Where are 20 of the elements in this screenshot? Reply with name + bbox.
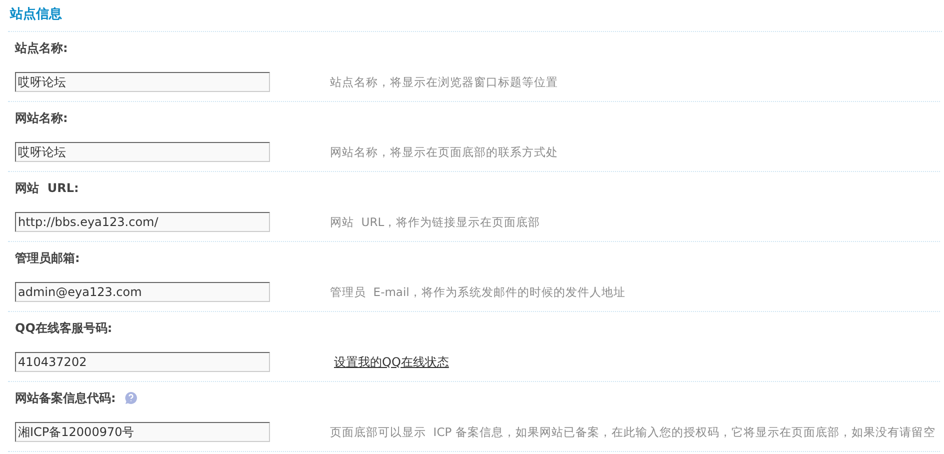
field-label: 网站备案信息代码: [15,390,116,406]
section-title: 站点信息 [8,0,942,32]
text-field[interactable]: 410437202 [15,352,270,372]
field-label: 站点名称: [15,40,68,56]
text-field[interactable]: 哎呀论坛 [15,72,270,92]
field-label: 网站 URL: [15,180,79,196]
qq-status-link[interactable]: 设置我的QQ在线状态 [334,354,449,370]
text-field[interactable]: http://bbs.eya123.com/ [15,212,270,232]
field-hint: 站点名称，将显示在浏览器窗口标题等位置 [330,74,558,90]
field-label: 网站名称: [15,110,68,126]
text-field[interactable]: 湘ICP备12000970号 [15,422,270,442]
field-hint: 管理员 E-mail，将作为系统发邮件的时候的发件人地址 [330,284,626,300]
field-label: QQ在线客服号码: [15,320,112,336]
field-label: 管理员邮箱: [15,250,80,266]
field-hint: 网站名称，将显示在页面底部的联系方式处 [330,144,558,160]
field-hint: 页面底部可以显示 ICP 备案信息，如果网站已备案，在此输入您的授权码，它将显示在页面底部，如果没有请留空 [330,424,936,440]
field-hint: 网站 URL，将作为链接显示在页面底部 [330,214,540,230]
text-field[interactable]: admin@eya123.com [15,282,270,302]
text-field[interactable]: 哎呀论坛 [15,142,270,162]
help-icon[interactable] [124,391,138,405]
